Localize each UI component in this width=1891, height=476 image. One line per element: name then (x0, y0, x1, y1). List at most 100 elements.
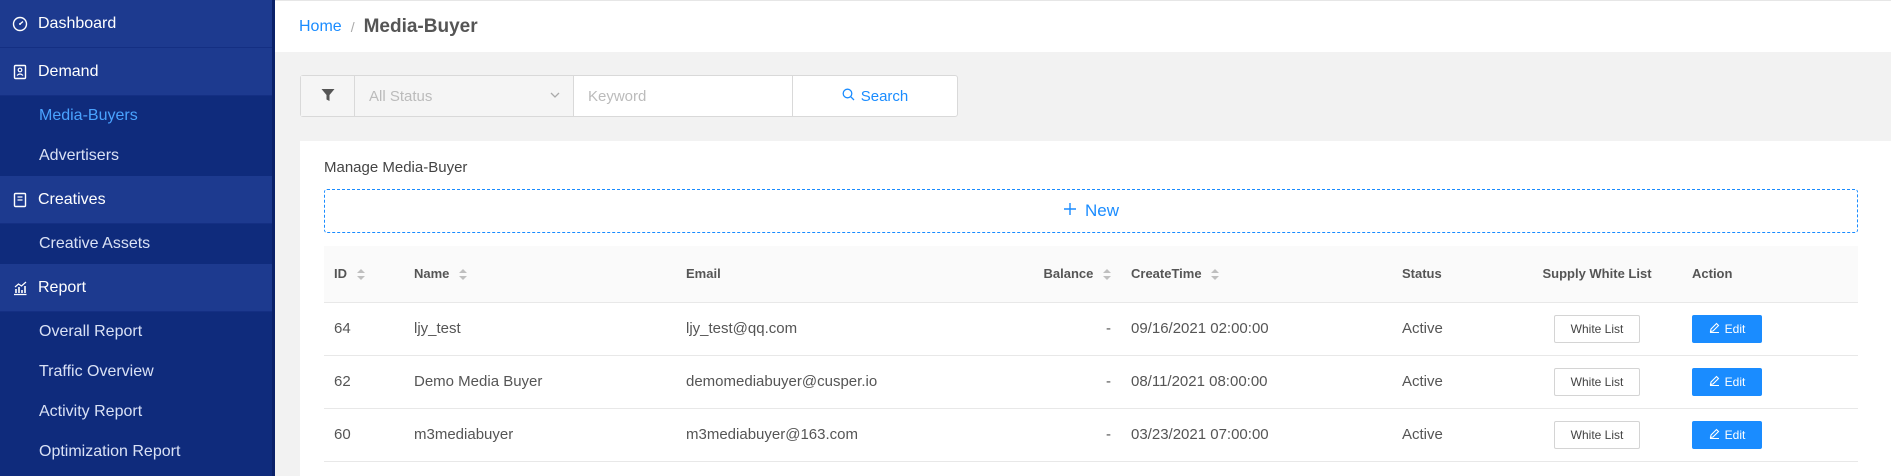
breadcrumb: Home / Media-Buyer (275, 0, 1891, 52)
chevron-down-icon (549, 88, 561, 105)
sidebar-item-creatives[interactable]: Creatives (0, 176, 275, 224)
keyword-input[interactable] (574, 77, 792, 115)
sort-icon[interactable] (1103, 269, 1111, 281)
column-header-name[interactable]: Name (404, 246, 676, 303)
sidebar-item-label: Advertisers (39, 147, 120, 164)
media-buyer-card: Manage Media-Buyer New ID Name Email Bal… (300, 141, 1891, 476)
breadcrumb-home-link[interactable]: Home (299, 18, 342, 36)
status-select-value: All Status (369, 87, 433, 105)
white-list-button[interactable]: White List (1554, 367, 1640, 396)
sidebar-item-report[interactable]: Report (0, 264, 275, 312)
new-media-buyer-button[interactable]: New (324, 189, 1858, 233)
column-header-label: Balance (1043, 266, 1094, 282)
report-icon (12, 280, 28, 296)
column-header-createtime[interactable]: CreateTime (1121, 246, 1392, 303)
sidebar: Dashboard Demand Media-Buyers Advertiser… (0, 0, 275, 476)
cell-status: Active (1392, 408, 1512, 462)
sort-icon[interactable] (1211, 269, 1220, 281)
edit-icon (1709, 322, 1720, 336)
cell-status: Active (1392, 355, 1512, 409)
sidebar-item-media-buyers[interactable]: Media-Buyers (0, 96, 275, 136)
cell-name: ljy_test (404, 302, 676, 356)
sidebar-item-label: Activity Report (39, 403, 143, 420)
edit-button[interactable]: Edit (1692, 314, 1762, 343)
sidebar-item-activity-report[interactable]: Activity Report (0, 392, 275, 432)
sidebar-item-label: Creatives (38, 190, 106, 208)
search-icon (842, 88, 855, 105)
cell-createtime: 09/16/2021 02:00:00 (1121, 302, 1392, 356)
cell-name: Demo Media Buyer (404, 355, 676, 409)
column-header-label: Action (1692, 266, 1733, 282)
search-button[interactable]: Search (793, 76, 957, 116)
column-header-label: Status (1402, 266, 1442, 282)
sidebar-item-advertisers[interactable]: Advertisers (0, 136, 275, 176)
page-title: Media-Buyer (363, 15, 478, 37)
cell-name: m3mediabuyer (404, 408, 676, 462)
sidebar-item-dashboard[interactable]: Dashboard (0, 0, 275, 48)
edit-icon (1709, 375, 1720, 389)
sidebar-item-label: Optimization Report (39, 443, 181, 460)
table-row: 62 Demo Media Buyer demomediabuyer@cuspe… (324, 355, 1858, 409)
cell-id: 62 (324, 355, 404, 409)
cell-balance: - (981, 302, 1121, 356)
table-row: 60 m3mediabuyer m3mediabuyer@163.com - 0… (324, 408, 1858, 462)
column-header-label: ID (334, 266, 347, 282)
sidebar-item-label: Demand (38, 62, 99, 80)
cell-id: 60 (324, 408, 404, 462)
sidebar-item-overall-report[interactable]: Overall Report (0, 312, 275, 352)
plus-icon (1063, 201, 1077, 221)
table-header-row: ID Name Email Balance CreateTime Status … (324, 246, 1858, 303)
column-header-id[interactable]: ID (324, 246, 404, 303)
sidebar-scrollbar[interactable] (272, 0, 275, 476)
search-button-label: Search (860, 87, 909, 105)
cell-balance: - (981, 408, 1121, 462)
white-list-button[interactable]: White List (1554, 314, 1640, 343)
sidebar-item-creative-assets[interactable]: Creative Assets (0, 224, 275, 264)
column-header-status: Status (1392, 246, 1512, 303)
sidebar-item-label: Media-Buyers (39, 107, 138, 124)
cell-balance: - (981, 355, 1121, 409)
sidebar-item-optimization-report[interactable]: Optimization Report (0, 432, 275, 472)
column-header-balance[interactable]: Balance (981, 246, 1121, 303)
cell-id: 64 (324, 302, 404, 356)
edit-button-label: Edit (1724, 321, 1746, 336)
column-header-label: Email (686, 266, 721, 282)
media-buyer-table: ID Name Email Balance CreateTime Status … (324, 246, 1858, 462)
filter-bar: All Status Search (300, 75, 958, 117)
column-header-action: Action (1682, 246, 1858, 303)
sidebar-item-label: Dashboard (38, 14, 117, 32)
sidebar-item-label: Traffic Overview (39, 363, 154, 380)
sidebar-item-label: Overall Report (39, 323, 143, 340)
cell-action: Edit (1682, 302, 1858, 356)
cell-status: Active (1392, 302, 1512, 356)
filter-button[interactable] (301, 76, 355, 116)
sort-icon[interactable] (459, 269, 468, 281)
sidebar-item-label: Creative Assets (39, 235, 151, 252)
keyword-field (574, 76, 793, 116)
cell-white-list: White List (1512, 355, 1682, 409)
sort-icon[interactable] (356, 269, 365, 281)
cell-email: ljy_test@qq.com (676, 302, 981, 356)
edit-icon (1709, 428, 1720, 442)
cell-white-list: White List (1512, 302, 1682, 356)
dashboard-icon (12, 16, 28, 32)
cell-email: m3mediabuyer@163.com (676, 408, 981, 462)
status-select[interactable]: All Status (355, 76, 574, 116)
sidebar-item-traffic-overview[interactable]: Traffic Overview (0, 352, 275, 392)
edit-button[interactable]: Edit (1692, 367, 1762, 396)
edit-button[interactable]: Edit (1692, 420, 1762, 449)
white-list-button[interactable]: White List (1554, 420, 1640, 449)
breadcrumb-separator: / (350, 18, 355, 35)
cell-white-list: White List (1512, 408, 1682, 462)
sidebar-item-demand[interactable]: Demand (0, 48, 275, 96)
creatives-icon (12, 192, 28, 208)
column-header-supply-white-list: Supply White List (1512, 246, 1682, 303)
demand-icon (12, 64, 28, 80)
cell-action: Edit (1682, 408, 1858, 462)
funnel-icon (320, 87, 336, 106)
cell-email: demomediabuyer@cusper.io (676, 355, 981, 409)
column-header-label: CreateTime (1131, 266, 1202, 282)
sidebar-item-label: Report (38, 278, 87, 296)
column-header-label: Supply White List (1542, 266, 1652, 282)
edit-button-label: Edit (1724, 374, 1746, 389)
